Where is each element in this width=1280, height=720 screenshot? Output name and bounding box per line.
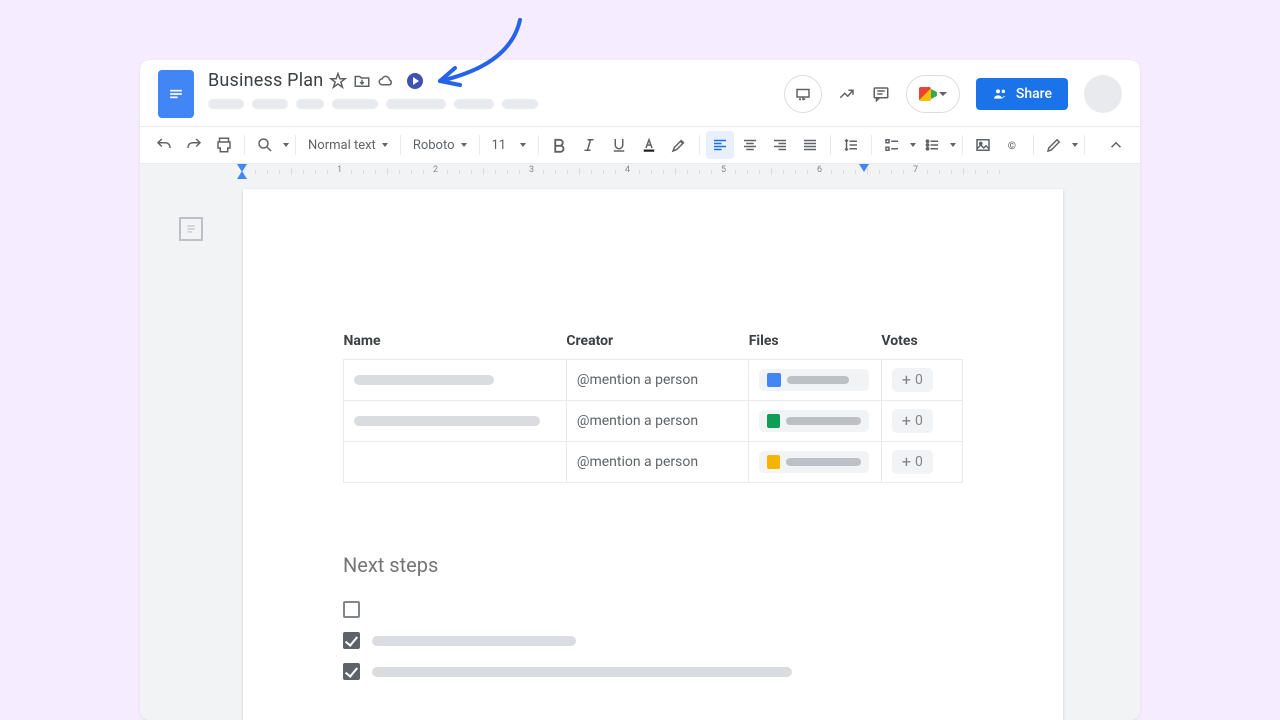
insert-link-button[interactable]: ©	[999, 131, 1027, 159]
align-center-button[interactable]	[736, 131, 764, 159]
table-header: Creator	[566, 329, 748, 360]
table-header: Name	[344, 329, 567, 360]
star-icon[interactable]	[329, 72, 347, 90]
docs-logo[interactable]	[158, 70, 194, 118]
checkbox[interactable]	[343, 663, 360, 680]
meet-icon	[919, 87, 937, 101]
font-size-select[interactable]: 11	[486, 131, 533, 159]
text-color-button[interactable]	[635, 131, 663, 159]
file-icon	[767, 455, 780, 469]
outline-button[interactable]	[179, 217, 203, 241]
cloud-status-icon[interactable]	[377, 72, 395, 90]
placeholder-text	[354, 375, 494, 385]
checklist-item[interactable]	[343, 632, 963, 649]
insert-image-button[interactable]	[969, 131, 997, 159]
placeholder-text	[372, 667, 792, 677]
workspace: 1234567 NameCreatorFilesVotes @mention a…	[140, 164, 1140, 720]
placeholder-text	[372, 636, 576, 646]
file-icon	[767, 373, 781, 387]
presentation-button[interactable]	[784, 75, 822, 113]
mention-placeholder[interactable]: @mention a person	[577, 454, 698, 470]
caret-down-icon	[939, 92, 947, 96]
section-heading[interactable]: Next steps	[343, 553, 963, 577]
mention-placeholder[interactable]: @mention a person	[577, 413, 698, 429]
menu-bar[interactable]	[208, 99, 538, 109]
style-select[interactable]: Normal text	[302, 131, 394, 159]
menu-item[interactable]	[454, 99, 494, 109]
placeholder-text	[354, 416, 540, 426]
collapse-toolbar-button[interactable]	[1102, 131, 1130, 159]
font-select[interactable]: Roboto	[407, 131, 473, 159]
title-area: Business Plan	[208, 70, 538, 109]
avatar[interactable]	[1084, 75, 1122, 113]
share-label: Share	[1016, 86, 1052, 102]
table-row[interactable]: @mention a person +0	[344, 401, 963, 442]
play-icon[interactable]	[407, 73, 423, 89]
underline-button[interactable]	[605, 131, 633, 159]
header-actions: Share	[784, 70, 1122, 118]
app-window: Business Plan	[140, 60, 1140, 720]
file-chip[interactable]	[759, 369, 869, 391]
table-header: Files	[749, 329, 882, 360]
share-button[interactable]: Share	[976, 78, 1068, 110]
line-spacing-button[interactable]	[837, 131, 865, 159]
align-right-button[interactable]	[766, 131, 794, 159]
align-justify-button[interactable]	[796, 131, 824, 159]
mention-placeholder[interactable]: @mention a person	[577, 372, 698, 388]
file-chip[interactable]	[759, 451, 869, 473]
indent-marker-icon[interactable]	[237, 171, 247, 179]
trend-icon[interactable]	[838, 85, 856, 103]
menu-item[interactable]	[252, 99, 288, 109]
right-indent-marker-icon[interactable]	[859, 164, 869, 172]
bullet-list-button[interactable]	[918, 131, 946, 159]
vote-chip[interactable]: +0	[892, 450, 933, 474]
vote-chip[interactable]: +0	[892, 409, 933, 433]
menu-item[interactable]	[296, 99, 324, 109]
horizontal-ruler: 1234567	[155, 164, 1140, 179]
menu-item[interactable]	[208, 99, 244, 109]
vote-chip[interactable]: +0	[892, 368, 933, 392]
italic-button[interactable]	[575, 131, 603, 159]
highlight-button[interactable]	[665, 131, 693, 159]
edit-mode-button[interactable]	[1040, 131, 1068, 159]
checklist-item[interactable]	[343, 663, 963, 680]
menu-item[interactable]	[332, 99, 378, 109]
toolbar: Normal text Roboto 11 ©	[140, 126, 1140, 164]
table-row[interactable]: @mention a person +0	[344, 442, 963, 483]
comment-icon[interactable]	[872, 85, 890, 103]
people-icon	[992, 86, 1008, 102]
document-title[interactable]: Business Plan	[208, 70, 323, 91]
checkbox[interactable]	[343, 601, 360, 618]
table-row[interactable]: @mention a person +0	[344, 360, 963, 401]
align-left-button[interactable]	[706, 131, 734, 159]
checklist-item[interactable]	[343, 601, 963, 618]
canvas: NameCreatorFilesVotes @mention a person …	[155, 179, 1140, 720]
vertical-ruler	[140, 164, 155, 720]
checkbox[interactable]	[343, 632, 360, 649]
undo-button[interactable]	[150, 131, 178, 159]
document-page[interactable]: NameCreatorFilesVotes @mention a person …	[243, 189, 1063, 720]
meet-button[interactable]	[906, 75, 960, 113]
bold-button[interactable]	[545, 131, 573, 159]
zoom-button[interactable]	[251, 131, 279, 159]
file-icon	[767, 414, 780, 428]
svg-text:©: ©	[1008, 139, 1016, 152]
move-folder-icon[interactable]	[353, 72, 371, 90]
print-button[interactable]	[210, 131, 238, 159]
header: Business Plan	[140, 60, 1140, 126]
file-chip[interactable]	[759, 410, 869, 432]
menu-item[interactable]	[386, 99, 446, 109]
redo-button[interactable]	[180, 131, 208, 159]
checklist-button[interactable]	[878, 131, 906, 159]
menu-item[interactable]	[502, 99, 538, 109]
content-table[interactable]: NameCreatorFilesVotes @mention a person …	[343, 329, 963, 483]
table-header: Votes	[881, 329, 962, 360]
